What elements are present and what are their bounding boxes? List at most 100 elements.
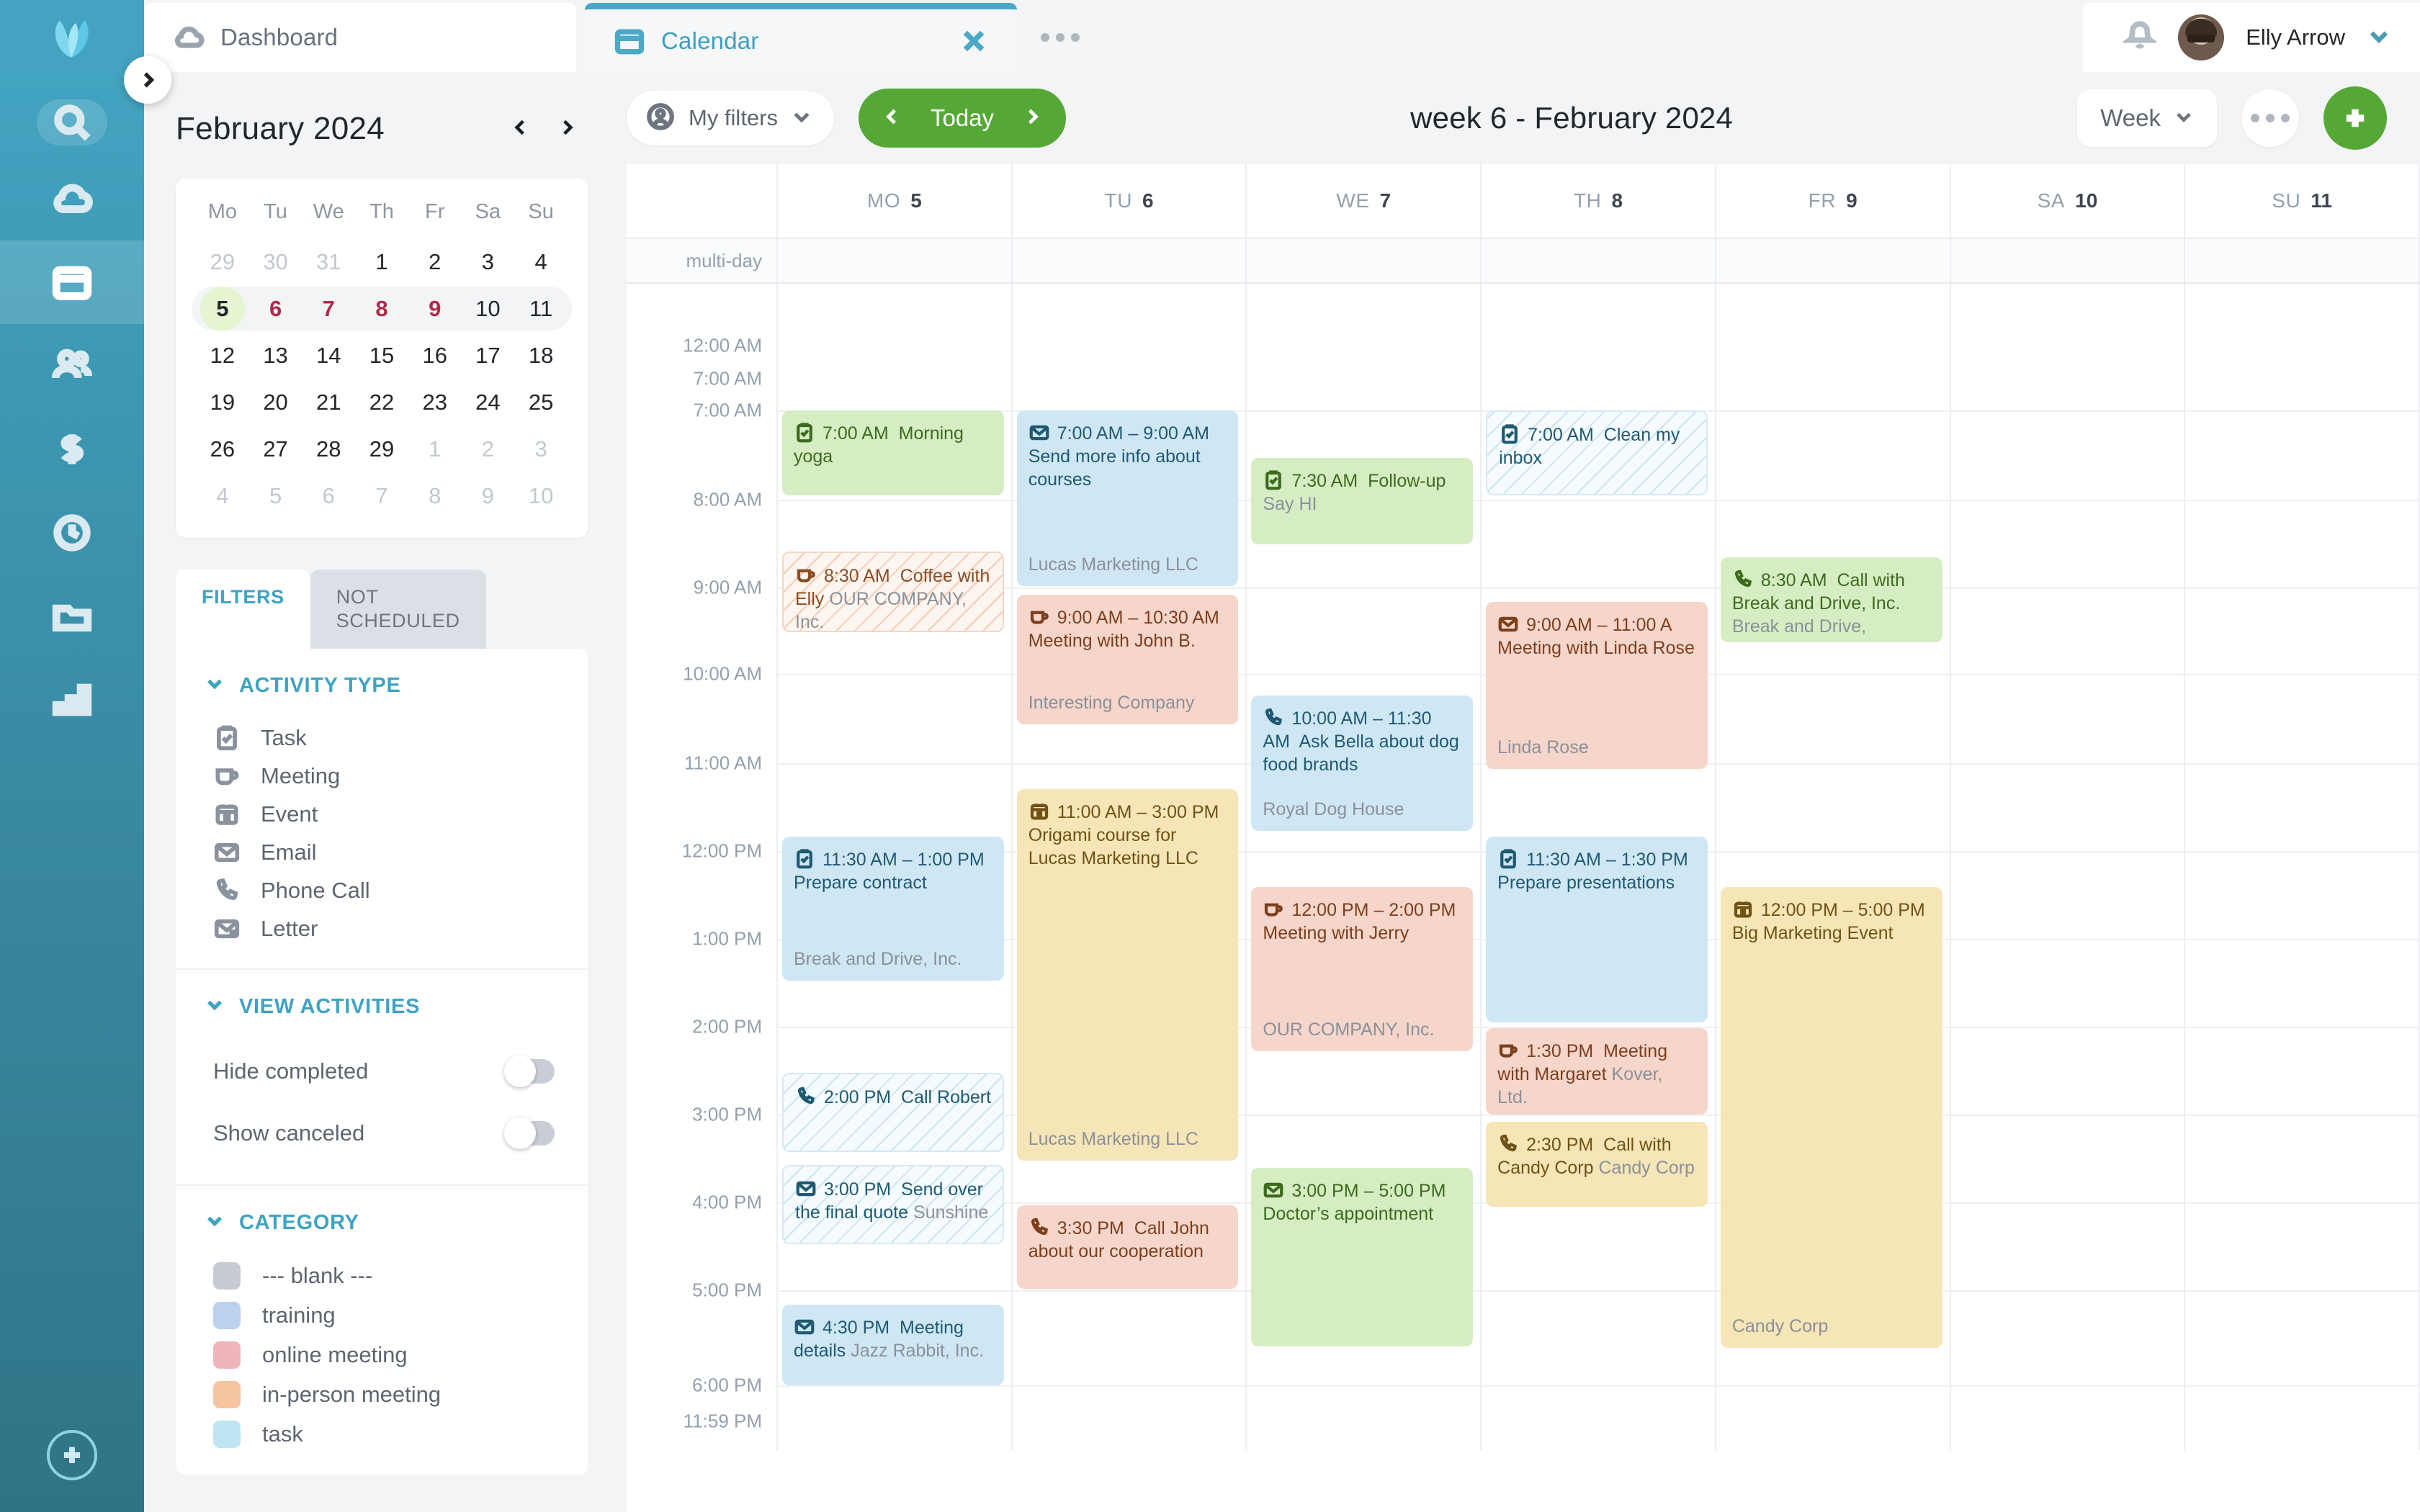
multi-day-cell[interactable] — [1482, 239, 1716, 282]
mini-calendar-day[interactable]: 26 — [196, 426, 249, 472]
day-column[interactable]: 7:00 AM Morning yoga 8:30 AM Coffee with … — [778, 284, 1013, 1450]
view-activities-header[interactable]: VIEW ACTIVITIES — [205, 994, 559, 1020]
calendar-event[interactable]: 7:00 AM Morning yoga — [782, 410, 1004, 495]
calendar-event[interactable]: 1:30 PM Meeting with Margaret Kover, Ltd… — [1486, 1028, 1708, 1115]
mini-calendar-day[interactable]: 15 — [355, 332, 408, 379]
day-column[interactable] — [1951, 284, 2186, 1450]
mini-next-month-button[interactable] — [557, 117, 576, 142]
mini-calendar-day[interactable]: 11 — [514, 285, 568, 332]
mini-calendar-day[interactable]: 4 — [514, 238, 568, 285]
my-filters-button[interactable]: My filters — [627, 91, 834, 145]
mini-calendar-day[interactable]: 2 — [462, 426, 515, 472]
multi-day-cell[interactable] — [1951, 239, 2186, 282]
day-column[interactable]: 7:00 AM – 9:00 AM Send more info about c… — [1013, 284, 1247, 1450]
mini-calendar-day[interactable]: 18 — [514, 332, 568, 379]
mini-calendar-day[interactable]: 17 — [462, 332, 515, 379]
mini-calendar-day[interactable]: 7 — [302, 285, 355, 332]
mini-calendar-day[interactable]: 29 — [196, 238, 249, 285]
tab-not-scheduled[interactable]: NOTSCHEDULED — [310, 570, 486, 649]
calendar-event[interactable]: 9:00 AM – 11:00 A Meeting with Linda Ros… — [1486, 602, 1708, 769]
mini-calendar-day[interactable]: 13 — [249, 332, 302, 379]
calendar-event[interactable]: 3:00 PM – 5:00 PM Doctor’s appointment — [1251, 1168, 1473, 1346]
user-menu-button[interactable] — [2367, 24, 2391, 52]
category-header[interactable]: CATEGORY — [205, 1210, 559, 1236]
sidebar-item-deals[interactable] — [0, 408, 144, 491]
sidebar-item-dashboard[interactable] — [0, 157, 144, 240]
sidebar-item-search[interactable] — [0, 88, 144, 157]
calendar-event[interactable]: 8:30 AM Coffee with Elly OUR COMPANY, In… — [782, 552, 1004, 632]
day-column[interactable]: 7:00 AM Clean my inbox 9:00 AM – 11:00 A … — [1482, 284, 1716, 1450]
calendar-event[interactable]: 3:00 PM Send over the final quote Sunshi… — [782, 1165, 1004, 1244]
add-activity-button[interactable] — [2323, 86, 2387, 150]
multi-day-cell[interactable] — [1013, 239, 1247, 282]
calendar-event[interactable]: 7:00 AM – 9:00 AM Send more info about c… — [1017, 410, 1239, 586]
notifications-button[interactable] — [2123, 19, 2156, 56]
calendar-event[interactable]: 2:00 PM Call Robert — [782, 1073, 1004, 1152]
mini-calendar-day[interactable]: 1 — [408, 426, 462, 472]
category-item[interactable]: online meeting — [205, 1336, 559, 1375]
category-item[interactable]: training — [205, 1296, 559, 1336]
calendar-event[interactable]: 12:00 PM – 2:00 PM Meeting with JerryOUR… — [1251, 887, 1473, 1051]
multi-day-cell[interactable] — [1716, 239, 1951, 282]
view-mode-select[interactable]: Week — [2077, 89, 2217, 147]
today-button[interactable]: Today — [931, 104, 994, 132]
hide-completed-toggle[interactable] — [506, 1059, 555, 1084]
mini-calendar-day[interactable]: 5 — [196, 285, 249, 332]
day-header[interactable]: TU6 — [1013, 164, 1247, 238]
calendar-event[interactable]: 2:30 PM Call with Candy Corp Candy Corp — [1486, 1122, 1708, 1207]
day-header[interactable]: SA10 — [1951, 164, 2186, 238]
mini-calendar-day[interactable]: 20 — [249, 379, 302, 426]
mini-calendar-day[interactable]: 1 — [355, 238, 408, 285]
activity-type-header[interactable]: ACTIVITY TYPE — [205, 673, 559, 699]
calendar-event[interactable]: 7:30 AM Follow-up Say HI — [1251, 458, 1473, 544]
day-column[interactable]: 7:30 AM Follow-up Say HI 10:00 AM – 11:30… — [1247, 284, 1482, 1450]
calendar-event[interactable]: 8:30 AM Call with Break and Drive, Inc. … — [1721, 557, 1942, 642]
mini-calendar-day[interactable]: 28 — [302, 426, 355, 472]
tab-calendar[interactable]: Calendar — [585, 3, 1017, 72]
mini-calendar-day[interactable]: 21 — [302, 379, 355, 426]
mini-calendar-day[interactable]: 3 — [462, 238, 515, 285]
day-header[interactable]: MO5 — [778, 164, 1013, 238]
mini-calendar-day[interactable]: 8 — [355, 285, 408, 332]
mini-calendar-day[interactable]: 2 — [408, 238, 462, 285]
day-column[interactable] — [2185, 284, 2420, 1450]
sidebar-expand-button[interactable] — [124, 56, 171, 104]
tab-dashboard[interactable]: Dashboard — [144, 3, 576, 72]
mini-calendar-day[interactable]: 6 — [249, 285, 302, 332]
sidebar-item-documents[interactable] — [0, 575, 144, 658]
mini-calendar-day[interactable]: 12 — [196, 332, 249, 379]
multi-day-cell[interactable] — [2185, 239, 2420, 282]
mini-calendar-day[interactable]: 9 — [408, 285, 462, 332]
category-item[interactable]: --- blank --- — [205, 1256, 559, 1296]
calendar-event[interactable]: 10:00 AM – 11:30 AM Ask Bella about dog … — [1251, 696, 1473, 831]
calendar-event[interactable]: 3:30 PM Call John about our cooperation — [1017, 1205, 1239, 1289]
tab-overflow-button[interactable] — [1017, 3, 1103, 72]
mini-calendar-day[interactable]: 22 — [355, 379, 408, 426]
day-header[interactable]: WE7 — [1247, 164, 1482, 238]
mini-prev-month-button[interactable] — [511, 117, 530, 142]
next-week-button[interactable] — [1023, 105, 1041, 132]
mini-calendar-day[interactable]: 16 — [408, 332, 462, 379]
sidebar-item-reports[interactable] — [0, 658, 144, 742]
app-logo[interactable] — [0, 0, 144, 72]
previous-week-button[interactable] — [883, 105, 902, 132]
mini-calendar-day[interactable]: 7 — [355, 472, 408, 519]
mini-calendar-day[interactable]: 6 — [302, 472, 355, 519]
calendar-event[interactable]: 7:00 AM Clean my inbox — [1486, 410, 1708, 495]
day-header[interactable]: SU11 — [2185, 164, 2420, 238]
sidebar-item-contacts[interactable] — [0, 324, 144, 408]
calendar-event[interactable]: 11:00 AM – 3:00 PM Origami course for Lu… — [1017, 789, 1239, 1161]
mini-calendar-day[interactable]: 24 — [462, 379, 515, 426]
activity-type-item[interactable]: Letter — [205, 910, 559, 948]
mini-calendar-day[interactable]: 19 — [196, 379, 249, 426]
mini-calendar-day[interactable]: 27 — [249, 426, 302, 472]
calendar-event[interactable]: 12:00 PM – 5:00 PM Big Marketing EventCa… — [1721, 887, 1942, 1348]
close-icon[interactable] — [959, 27, 988, 55]
mini-calendar-day[interactable]: 23 — [408, 379, 462, 426]
mini-calendar-day[interactable]: 30 — [249, 238, 302, 285]
activity-type-item[interactable]: Task — [205, 719, 559, 757]
sidebar-item-activities[interactable] — [0, 491, 144, 575]
day-column[interactable]: 8:30 AM Call with Break and Drive, Inc. … — [1716, 284, 1951, 1450]
mini-calendar-day[interactable]: 8 — [408, 472, 462, 519]
mini-calendar-day[interactable]: 25 — [514, 379, 568, 426]
